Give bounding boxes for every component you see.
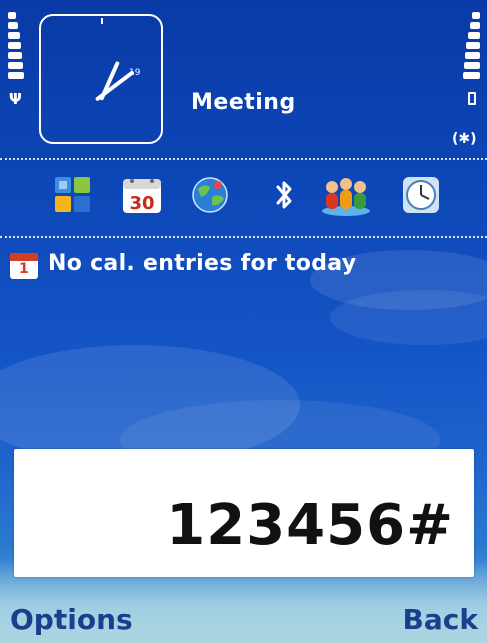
home-screen: Ψ (✱) 19 Meeting 30 1 No cal. entries fo… [0,0,487,643]
bluetooth-status-icon: (✱) [452,131,477,147]
dialed-number: 123456# [166,493,454,558]
calendar-icon-number: 30 [129,193,154,214]
signal-strength-indicator [8,12,24,82]
web-globe-icon[interactable] [188,173,232,217]
menu-grid-icon[interactable] [51,173,95,217]
battery-icon [468,92,476,105]
divider [0,236,487,238]
analog-clock[interactable]: 19 [39,14,163,144]
antenna-icon: Ψ [9,90,22,108]
calendar-small-icon-number: 1 [19,261,29,277]
active-profile[interactable]: Meeting [191,90,296,115]
contacts-icon[interactable] [320,173,370,217]
options-softkey[interactable]: Options [10,603,133,636]
wallpaper-shape [330,290,487,345]
clock-tick-mark [101,18,103,24]
back-softkey[interactable]: Back [403,603,478,636]
calendar-entries-text: No cal. entries for today [48,251,357,276]
bluetooth-icon[interactable] [262,173,306,217]
battery-level-indicator [462,12,480,82]
clock-date: 19 [129,68,141,78]
dial-number-field[interactable]: 123456# [14,449,474,577]
calendar-small-icon: 1 [10,253,38,279]
calendar-icon[interactable]: 30 [120,173,164,217]
clock-icon[interactable] [399,173,443,217]
divider [0,158,487,160]
